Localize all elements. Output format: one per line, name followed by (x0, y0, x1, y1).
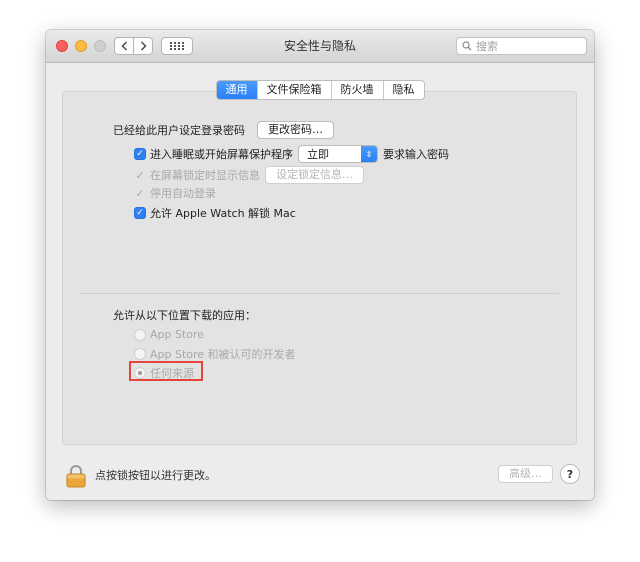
apple-watch-row: ✓ 允许 Apple Watch 解锁 Mac (134, 205, 296, 221)
radio-app-store-label: App Store (150, 328, 205, 341)
tab-privacy[interactable]: 隐私 (382, 81, 424, 99)
apple-watch-label: 允许 Apple Watch 解锁 Mac (150, 207, 296, 220)
autologin-row: ✓ 停用自动登录 (134, 185, 216, 201)
sleep-checkbox[interactable]: ✓ (134, 148, 146, 160)
chevron-updown-icon: ⇕ (361, 146, 377, 162)
downloads-heading: 允许从以下位置下载的应用： (113, 309, 256, 322)
radio-app-store-row: App Store (134, 328, 204, 341)
annotation-highlight-box (129, 361, 203, 381)
tab-firewall[interactable]: 防火墙 (330, 81, 383, 99)
radio-identified-developers-label: App Store 和被认可的开发者 (150, 348, 296, 361)
title-bar: 安全性与隐私 搜索 (46, 30, 594, 63)
downloads-heading-row: 允许从以下位置下载的应用： (113, 307, 256, 323)
sleep-row: ✓ 进入睡眠或开始屏幕保护程序 立即 ⇕ 要求输入密码 (134, 145, 449, 163)
radio-identified-developers[interactable] (134, 348, 146, 360)
apple-watch-checkbox[interactable]: ✓ (134, 207, 146, 219)
lock-message-checkbox[interactable]: ✓ (134, 169, 146, 181)
require-password-label: 要求输入密码 (383, 148, 449, 161)
help-button[interactable]: ? (560, 464, 580, 484)
sleep-delay-popup[interactable]: 立即 ⇕ (298, 145, 378, 163)
radio-app-store[interactable] (134, 328, 146, 341)
password-row: 已经给此用户设定登录密码 更改密码… (113, 121, 334, 139)
lock-message: 点按锁按钮以进行更改。 (95, 469, 216, 482)
search-icon (462, 41, 472, 51)
lock-message-label: 在屏幕锁定时显示信息 (150, 169, 260, 182)
advanced-button[interactable]: 高级… (498, 465, 553, 483)
radio-identified-row: App Store 和被认可的开发者 (134, 346, 296, 362)
search-placeholder: 搜索 (476, 40, 498, 53)
lock-button[interactable] (66, 464, 86, 491)
tab-general[interactable]: 通用 (216, 81, 257, 99)
disable-autologin-checkbox[interactable]: ✓ (134, 187, 146, 199)
sleep-delay-value: 立即 (307, 148, 329, 161)
section-divider (80, 293, 559, 294)
disable-autologin-label: 停用自动登录 (150, 187, 216, 200)
preferences-window: 安全性与隐私 搜索 通用 文件保险箱 防火墙 隐私 已经给此用户设定登录密码 更… (46, 30, 594, 500)
lock-icon (66, 465, 86, 488)
lock-message-row: ✓ 在屏幕锁定时显示信息 设定锁定信息… (134, 166, 364, 184)
tab-bar: 通用 文件保险箱 防火墙 隐私 (46, 80, 594, 100)
sleep-checkbox-label: 进入睡眠或开始屏幕保护程序 (150, 148, 293, 161)
password-label: 已经给此用户设定登录密码 (113, 124, 245, 137)
change-password-button[interactable]: 更改密码… (257, 121, 334, 139)
tab-filevault[interactable]: 文件保险箱 (256, 81, 331, 99)
search-field[interactable]: 搜索 (456, 37, 587, 55)
set-lock-message-button[interactable]: 设定锁定信息… (265, 166, 364, 184)
